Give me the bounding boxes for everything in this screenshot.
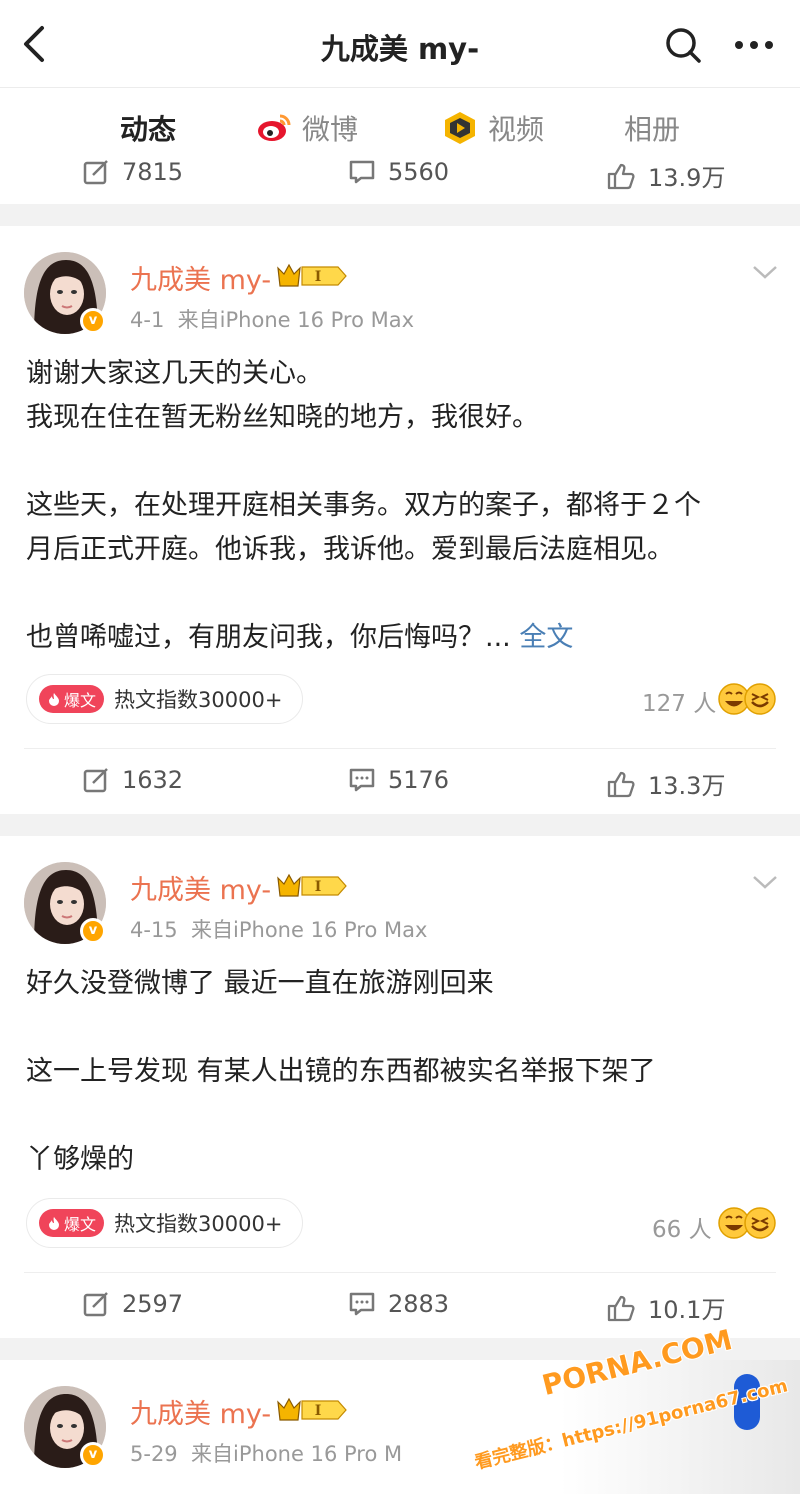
chevron-down-icon[interactable]	[750, 872, 780, 892]
search-icon[interactable]	[664, 26, 702, 64]
post-meta: 4-15 来自iPhone 16 Pro Max	[130, 914, 427, 944]
repost-button[interactable]: 2597	[82, 1290, 183, 1318]
divider	[24, 1272, 776, 1273]
vip-crown-icon: I	[276, 872, 348, 900]
comment-count: 2883	[388, 1290, 450, 1318]
post-source: 来自iPhone 16 Pro Max	[191, 918, 428, 942]
verified-badge-icon: v	[80, 1442, 106, 1468]
post-text-truncated: 也曾唏嘘过，有朋友问我，你后悔吗？...	[26, 622, 511, 653]
post-date: 4-15	[130, 918, 178, 942]
post-source: 来自iPhone 16 Pro Max	[177, 308, 415, 332]
post-author[interactable]: 九成美 my-	[130, 1392, 271, 1431]
post-text-line: 我现在住在暂无粉丝知晓的地方，我很好。	[26, 402, 539, 433]
post-date: 5-29	[130, 1442, 178, 1466]
like-button[interactable]: 13.9万	[606, 158, 725, 193]
vip-level: I	[315, 1403, 322, 1419]
like-count: 13.9万	[648, 164, 726, 192]
post-text-line	[26, 1006, 786, 1050]
post-author[interactable]: 九成美 my-	[130, 868, 271, 907]
comment-button[interactable]: 2883	[348, 1290, 449, 1318]
post-text-line: 丫够燥的	[26, 1144, 134, 1175]
post-body: 好久没登微博了 最近一直在旅游刚回来 这一上号发现 有某人出镜的东西都被实名举报…	[26, 962, 786, 1182]
thumbs-up-icon	[607, 771, 635, 797]
post-text-line: 好久没登微博了 最近一直在旅游刚回来	[26, 968, 494, 999]
vip-crown-icon: I	[276, 262, 348, 290]
post-body: 谢谢大家这几天的关心。 我现在住在暂无粉丝知晓的地方，我很好。 这些天，在处理开…	[26, 352, 786, 660]
full-text-link[interactable]: 全文	[519, 622, 573, 653]
top-bar: 九成美 my-	[0, 0, 800, 88]
tab-dynamics[interactable]: 动态	[120, 110, 176, 146]
like-count: 13.3万	[648, 772, 726, 800]
thumbs-up-icon	[607, 1295, 635, 1321]
tab-album[interactable]: 相册	[624, 110, 680, 146]
repost-button[interactable]: 7815	[82, 158, 183, 186]
post-card[interactable]: v 九成美 my- I 4-15 来自iPhone 16 Pro Max 好久没…	[0, 836, 800, 1338]
post-meta: 5-29 来自iPhone 16 Pro M	[130, 1438, 402, 1468]
vip-level: I	[315, 879, 322, 895]
video-play-icon	[442, 110, 478, 146]
post-text-line: 也曾唏嘘过，有朋友问我，你后悔吗？... 全文	[26, 616, 786, 660]
comment-icon	[349, 160, 375, 184]
post-card[interactable]: v 九成美 my- I 5-29 来自iPhone 16 Pro M	[0, 1360, 800, 1494]
comment-button[interactable]: 5176	[348, 766, 449, 794]
post-text-line: 谢谢大家这几天的关心。	[26, 358, 323, 389]
repost-icon	[83, 768, 108, 793]
tab-weibo[interactable]: 微博	[256, 110, 358, 146]
repost-button[interactable]: 1632	[82, 766, 183, 794]
repost-count: 7815	[122, 158, 184, 186]
flame-icon	[49, 693, 59, 706]
tab-label: 相册	[624, 113, 681, 146]
post-text-line: 这些天，在处理开庭相关事务。双方的案子，都将于２个	[26, 490, 701, 521]
comment-icon	[349, 1292, 375, 1316]
post-text-line	[26, 440, 786, 484]
tab-label: 视频	[488, 113, 545, 146]
tab-label: 动态	[120, 113, 177, 146]
hot-index-text: 热文指数30000+	[114, 1212, 283, 1236]
post-source: 来自iPhone 16 Pro M	[191, 1442, 403, 1466]
hot-index-chip[interactable]: 爆文 热文指数30000+	[26, 1198, 304, 1248]
post-date: 4-1	[130, 308, 165, 332]
chevron-down-icon[interactable]	[750, 262, 780, 282]
post-text-line	[26, 1094, 786, 1138]
reaction-emoji-icon[interactable]	[716, 682, 780, 716]
vip-level: I	[315, 269, 322, 285]
like-count: 10.1万	[648, 1296, 726, 1324]
repost-icon	[83, 160, 108, 185]
thumbs-up-icon	[607, 163, 635, 189]
post-card[interactable]: v 九成美 my- I 4-1 来自iPhone 16 Pro Max 谢谢大家…	[0, 226, 800, 814]
tab-label: 微博	[302, 113, 359, 146]
weibo-logo-icon	[256, 110, 292, 146]
post-text-line: 这一上号发现 有某人出镜的东西都被实名举报下架了	[26, 1056, 656, 1087]
hot-badge-label: 爆文	[64, 691, 97, 710]
flame-icon	[49, 1217, 59, 1230]
hot-badge: 爆文	[39, 1209, 105, 1237]
repost-count: 1632	[122, 766, 184, 794]
post-text-line	[26, 572, 786, 616]
post-author[interactable]: 九成美 my-	[130, 258, 271, 297]
hot-badge-label: 爆文	[64, 1215, 97, 1234]
reaction-count: 127 人	[642, 691, 717, 717]
vip-crown-icon: I	[276, 1396, 348, 1424]
tab-video[interactable]: 视频	[442, 110, 544, 146]
comment-icon	[349, 768, 375, 792]
verified-badge-icon: v	[80, 918, 106, 944]
post-text-line: 月后正式开庭。他诉我，我诉他。爱到最后法庭相见。	[26, 534, 674, 565]
divider	[24, 748, 776, 749]
previous-post-actions: 7815 5560 13.9万	[0, 150, 800, 204]
reaction-count: 66 人	[652, 1217, 712, 1243]
hot-index-text: 热文指数30000+	[114, 688, 283, 712]
post-meta: 4-1 来自iPhone 16 Pro Max	[130, 304, 414, 334]
comment-count: 5560	[388, 158, 450, 186]
repost-icon	[83, 1292, 108, 1317]
repost-count: 2597	[122, 1290, 184, 1318]
more-options-icon[interactable]	[734, 26, 774, 64]
like-button[interactable]: 10.1万	[606, 1290, 725, 1325]
verified-badge-icon: v	[80, 308, 106, 334]
comment-button[interactable]: 5560	[348, 158, 449, 186]
hot-badge: 爆文	[39, 685, 105, 713]
comment-count: 5176	[388, 766, 450, 794]
hot-index-chip[interactable]: 爆文 热文指数30000+	[26, 674, 304, 724]
reaction-emoji-icon[interactable]	[716, 1206, 780, 1240]
like-button[interactable]: 13.3万	[606, 766, 725, 801]
